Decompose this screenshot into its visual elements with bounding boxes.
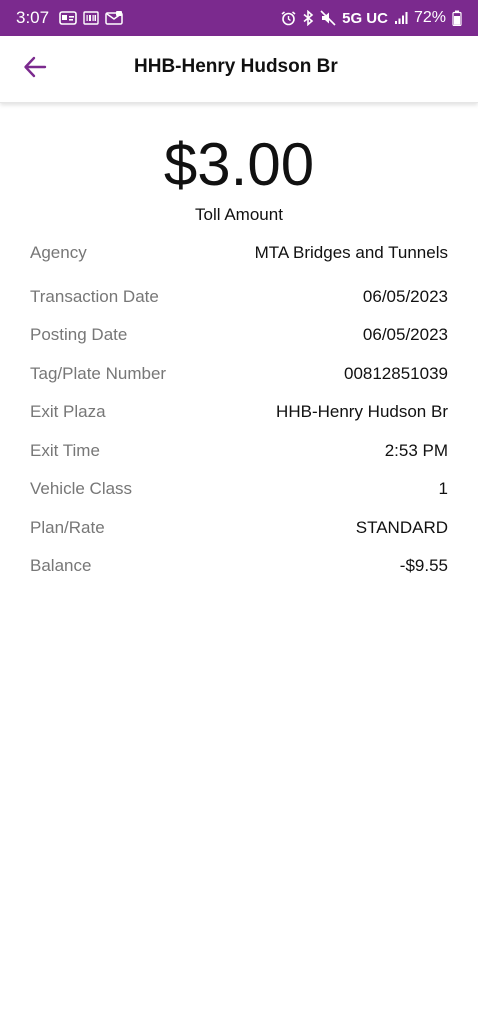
detail-value: 2:53 PM [384, 441, 448, 460]
network-type: 5G UC [342, 9, 388, 27]
status-time: 3:07 [16, 8, 50, 27]
detail-row-vehicle-class: Vehicle Class 1 [30, 474, 448, 504]
battery-percentage: 72% [413, 9, 446, 26]
app-bar: HHB-Henry Hudson Br [0, 36, 478, 103]
detail-value: STANDARD [355, 518, 448, 537]
status-bar: 3:07 5G UC 72% [0, 0, 478, 36]
detail-value: MTA Bridges and Tunnels [254, 243, 448, 262]
page-title: HHB-Henry Hudson Br [134, 56, 338, 77]
detail-value: -$9.55 [399, 556, 448, 575]
detail-label: Plan/Rate [30, 518, 105, 537]
back-button[interactable] [18, 52, 52, 86]
signal-icon [394, 10, 408, 26]
battery-icon [452, 10, 462, 26]
detail-label: Exit Plaza [30, 402, 106, 421]
mute-icon [320, 10, 336, 26]
bluetooth-icon [302, 10, 314, 26]
detail-value: 06/05/2023 [362, 287, 448, 306]
detail-row-plan-rate: Plan/Rate STANDARD [30, 513, 448, 543]
detail-label: Vehicle Class [30, 479, 133, 498]
detail-row-balance: Balance -$9.55 [30, 551, 448, 581]
detail-row-exit-plaza: Exit Plaza HHB-Henry Hudson Br [30, 397, 448, 427]
detail-label: Tag/Plate Number [30, 364, 167, 383]
detail-row-exit-time: Exit Time 2:53 PM [30, 436, 448, 466]
detail-value: 1 [438, 479, 448, 498]
detail-label: Transaction Date [30, 287, 159, 306]
alarm-icon [281, 10, 296, 26]
status-bar-right: 5G UC 72% [281, 9, 462, 27]
detail-label: Exit Time [30, 441, 100, 460]
detail-value: HHB-Henry Hudson Br [276, 402, 448, 421]
mail-app-icon [105, 10, 123, 26]
toll-amount-value: $3.00 [163, 131, 315, 198]
detail-row-transaction-date: Transaction Date 06/05/2023 [30, 282, 448, 312]
detail-value: 00812851039 [343, 364, 448, 383]
detail-row-posting-date: Posting Date 06/05/2023 [30, 320, 448, 350]
toll-amount-label: Toll Amount [195, 205, 283, 224]
status-bar-left: 3:07 [16, 8, 123, 28]
arrow-left-icon [23, 56, 47, 83]
barcode-app-icon [83, 10, 99, 26]
detail-value: 06/05/2023 [362, 325, 448, 344]
pay-app-icon [59, 10, 77, 26]
detail-label: Balance [30, 556, 92, 575]
detail-label: Posting Date [30, 325, 128, 344]
detail-row-agency: Agency MTA Bridges and Tunnels [30, 238, 448, 268]
toll-detail-screen: 3:07 5G UC 72% HHB-Henry Hudson Br $3.00… [0, 0, 478, 1024]
detail-row-tag-plate-number: Tag/Plate Number 00812851039 [30, 359, 448, 389]
detail-label: Agency [30, 243, 87, 262]
